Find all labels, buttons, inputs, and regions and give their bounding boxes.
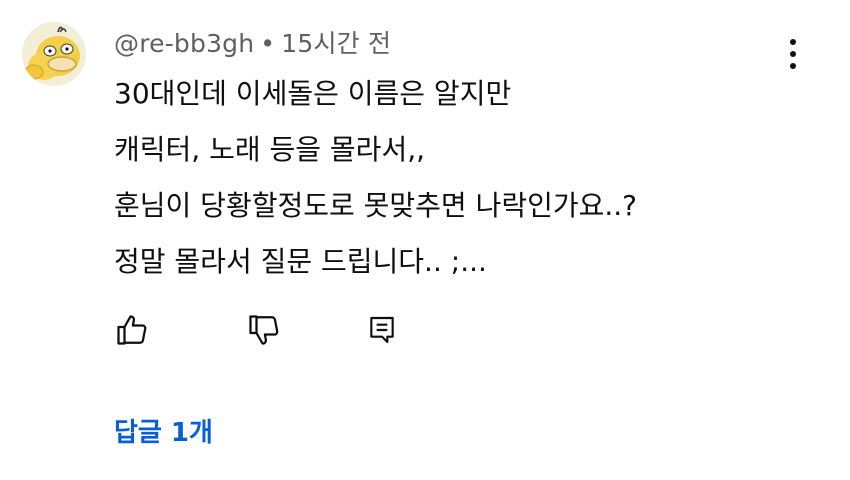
view-replies-link[interactable]: 답글 1개 (114, 412, 213, 449)
comment-item: @re-bb3gh • 15시간 전 30대인데 이세돌은 이름은 알지만 캐릭터,… (0, 0, 850, 480)
thumbs-up-icon (117, 315, 147, 345)
thumbs-down-icon (249, 315, 279, 345)
reply-button[interactable] (362, 310, 402, 350)
meta-separator: • (260, 29, 276, 58)
comment-line: 30대인데 이세돌은 이름은 알지만 (114, 77, 512, 110)
author-name[interactable]: @re-bb3gh (114, 29, 254, 58)
comment-line: 훈님이 당황할정도로 못맞추면 나락인가요..? (114, 189, 638, 222)
dislike-button[interactable] (244, 310, 284, 350)
more-vertical-dot (790, 63, 796, 69)
more-vertical-icon (790, 39, 796, 45)
more-vertical-dot (790, 51, 796, 57)
more-actions-button[interactable] (776, 32, 810, 76)
like-button[interactable] (112, 310, 152, 350)
timestamp[interactable]: 15시간 전 (281, 29, 391, 58)
comment-meta: @re-bb3gh • 15시간 전 (114, 24, 391, 60)
comment-text: 30대인데 이세돌은 이름은 알지만 캐릭터, 노래 등을 몰라서,, 훈님이 … (114, 66, 637, 290)
comment-line: 정말 몰라서 질문 드립니다.. ;... (114, 245, 487, 278)
comment-line: 캐릭터, 노래 등을 몰라서,, (114, 133, 426, 166)
avatar[interactable] (22, 22, 86, 86)
reply-comment-icon (370, 316, 394, 344)
psyduck-avatar-icon (24, 26, 80, 80)
